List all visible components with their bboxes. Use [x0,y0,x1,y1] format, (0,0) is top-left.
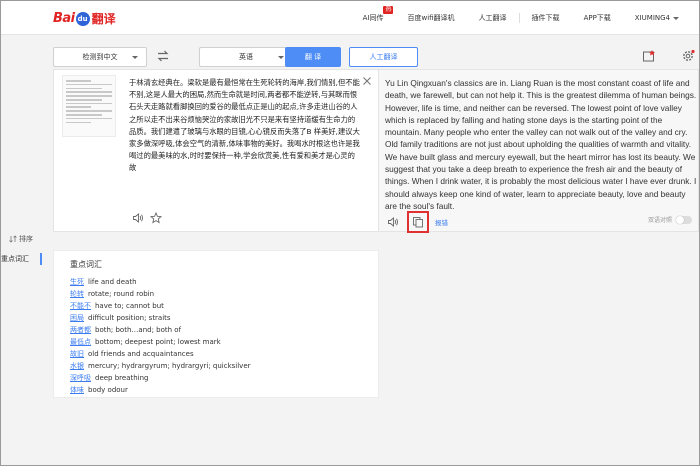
translate-button[interactable]: 翻 译 [285,47,341,67]
username: XIUMING4 [634,14,670,22]
key-vocab-card: 重点词汇 生死 life and death 轮转 rotate; round ro… [53,250,379,398]
thumbnail-line [66,106,92,109]
vocab-term-link[interactable]: 生死 [70,276,84,288]
vocab-definition: body odour [88,386,128,394]
vocab-item: 困局 difficult position; straits [70,312,251,324]
sort-icon [9,235,17,243]
source-image-thumbnail[interactable] [62,75,116,137]
nav-item-ai-interpret[interactable]: AI同传 热 [351,1,396,35]
thumbnail-line [66,95,112,97]
human-translation-button[interactable]: 人工翻译 [349,47,418,67]
vocab-list: 生死 life and death 轮转 rotate; round robin 不… [70,276,251,396]
source-language-select[interactable]: 检测到中文 [53,47,147,67]
copy-button[interactable] [407,211,429,233]
vocab-definition: life and death [88,278,137,286]
vocab-definition: rotate; round robin [88,290,155,298]
sort-button[interactable]: 排序 [9,234,33,244]
vocab-term-link[interactable]: 最低点 [70,336,91,348]
thumbnail-line [66,102,112,105]
target-language-label: 英语 [239,53,253,61]
side-tab-indicator [40,253,42,265]
top-nav: Bai du 翻译 AI同传 热 百度wifi翻译机 人工翻译 插件下载 APP… [1,1,699,35]
nav-item-label: APP下载 [583,14,611,22]
vocab-item: 两者都 both; both…and; both of [70,324,251,336]
source-panel: 于林清玄经典在。梁软是最有最恒常在生死轮转的海岸,我们情别,但不能不别,这是人最… [53,69,379,232]
vocab-definition: bottom; deepest point; lowest mark [95,338,221,346]
thumbnail-line [66,117,112,120]
vocab-item: 不能不 have to; cannot but [70,300,251,312]
vocab-item: 水银 mercury; hydrargyrum; hydrargyri; quic… [70,360,251,372]
vocab-item: 轮转 rotate; round robin [70,288,251,300]
vocab-definition: deep breathing [95,374,149,382]
thumbnail-line [66,87,102,90]
translation-output: Yu Lin Qingxuan's classics are in. Liang… [385,78,697,211]
favorites-icon[interactable] [642,49,656,63]
vocab-term-link[interactable]: 故旧 [70,348,84,360]
vocab-term-link[interactable]: 深呼吸 [70,372,91,384]
side-tab-key-vocab[interactable]: 重点词汇 [1,254,29,264]
source-text-input[interactable]: 于林清玄经典在。梁软是最有最恒常在生死轮转的海岸,我们情别,但不能不别,这是人最… [129,77,360,175]
thumbnail-line [66,110,112,112]
sort-label: 排序 [19,235,33,243]
bilingual-compare: 双语对照 [648,215,692,224]
vocab-definition: old friends and acquaintances [88,350,194,358]
translation-panel: Yu Lin Qingxuan's classics are in. Liang… [379,69,699,233]
nav-item-label: 人工翻译 [478,14,507,22]
vocab-definition: both; both…and; both of [95,326,182,334]
translation-tools: 报错 [387,211,448,233]
nav-item-plugin-download[interactable]: 插件下载 [520,1,572,35]
vocab-term-link[interactable]: 体味 [70,384,84,396]
vocab-term-link[interactable]: 水银 [70,360,84,372]
vocab-item: 生死 life and death [70,276,251,288]
hot-badge: 热 [383,6,394,14]
logo-text: Bai [53,11,75,26]
thumbnail-line [66,114,102,116]
target-language-select[interactable]: 英语 [199,47,293,67]
report-error-link[interactable]: 报错 [435,217,448,227]
copy-icon [413,217,423,228]
gear-icon[interactable] [681,49,695,63]
thumbnail-line [66,80,92,82]
vocab-item: 深呼吸 deep breathing [70,372,251,384]
source-language-label: 检测到中文 [82,53,118,61]
vocab-definition: mercury; hydrargyrum; hydrargyri; quicks… [88,362,251,370]
thumbnail-line [66,121,92,124]
vocab-definition: have to; cannot but [95,302,164,310]
vocab-item: 体味 body odour [70,384,251,396]
translate-toolbar: 检测到中文 英语 翻 译 人工翻译 [53,47,695,69]
nav-menu: AI同传 热 百度wifi翻译机 人工翻译 插件下载 APP下载 XIUMING… [351,1,699,35]
paw-icon: du [75,11,90,26]
baidu-translate-logo[interactable]: Bai du 翻译 [53,10,116,27]
source-tools [132,212,162,224]
nav-item-label: 插件下载 [531,14,560,22]
swap-languages-icon[interactable] [156,49,170,63]
nav-item-human-translation[interactable]: 人工翻译 [467,1,519,35]
vocab-definition: difficult position; straits [88,314,171,322]
bilingual-toggle[interactable] [676,215,692,224]
star-icon[interactable] [150,212,162,224]
nav-item-label: AI同传 [362,14,384,22]
vocab-title: 重点词汇 [70,260,102,269]
chevron-down-icon [673,16,679,20]
speaker-icon[interactable] [387,216,399,228]
vocab-term-link[interactable]: 两者都 [70,324,91,336]
chevron-down-icon [132,56,138,59]
nav-item-app-download[interactable]: APP下载 [572,1,623,35]
chevron-down-icon [278,56,284,59]
thumbnail-line [66,98,102,101]
close-icon[interactable] [362,76,372,86]
user-menu[interactable]: XIUMING4 [623,1,699,35]
nav-item-wifi-translator[interactable]: 百度wifi翻译机 [395,1,466,35]
vocab-term-link[interactable]: 困局 [70,312,84,324]
vocab-term-link[interactable]: 轮转 [70,288,84,300]
vocab-item: 最低点 bottom; deepest point; lowest mark [70,336,251,348]
thumbnail-line [66,91,112,93]
speaker-icon[interactable] [132,212,144,224]
vocab-item: 故旧 old friends and acquaintances [70,348,251,360]
thumbnail-line [66,83,112,86]
logo-suffix: 翻译 [91,12,116,26]
bilingual-label: 双语对照 [647,217,672,224]
nav-item-label: 百度wifi翻译机 [407,14,455,22]
vocab-term-link[interactable]: 不能不 [70,300,91,312]
